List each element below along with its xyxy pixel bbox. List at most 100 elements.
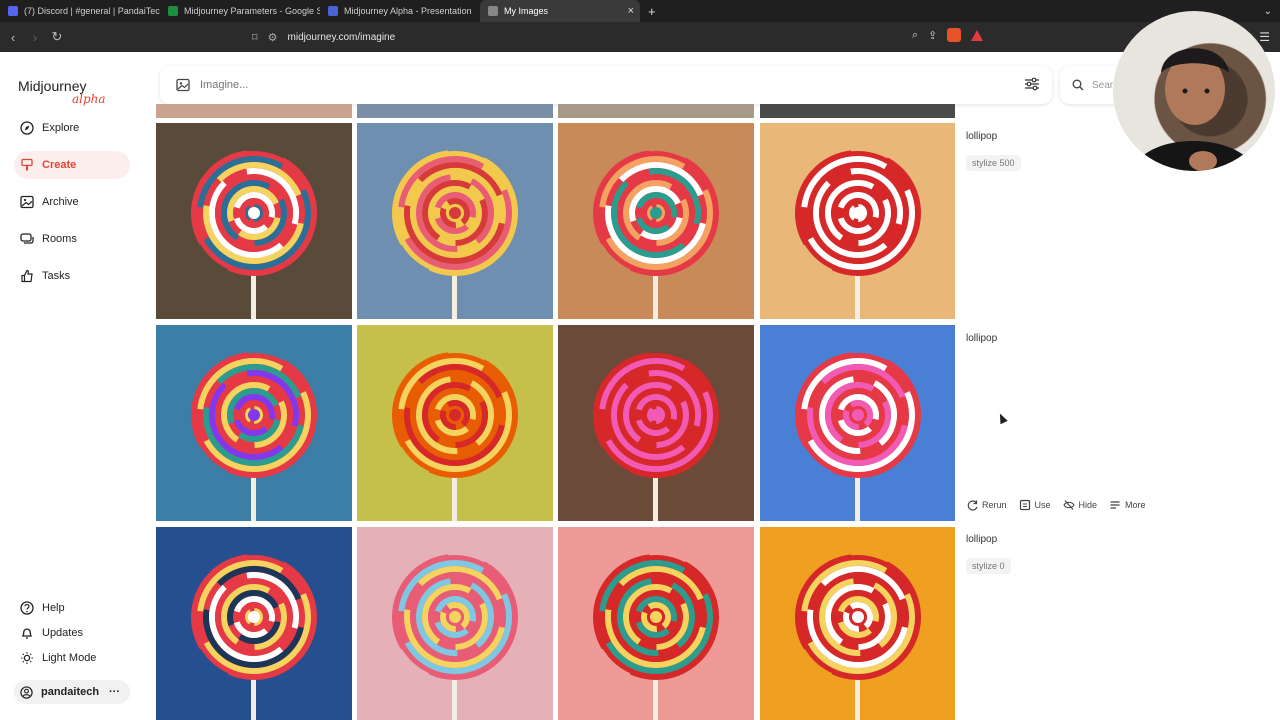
- new-tab-button[interactable]: +: [640, 4, 664, 19]
- sidebar-item-label: Create: [42, 159, 77, 171]
- generated-image[interactable]: [558, 325, 754, 521]
- back-icon[interactable]: ‹: [2, 30, 24, 45]
- prompt-text[interactable]: lollipop: [966, 534, 997, 545]
- search-icon: [1072, 79, 1084, 91]
- chat-icon: [20, 233, 34, 244]
- site-settings-icon[interactable]: ⚙: [268, 31, 278, 44]
- image-thumbnail-partial[interactable]: [760, 104, 955, 118]
- image-upload-icon[interactable]: [176, 78, 190, 92]
- forward-icon[interactable]: ›: [24, 30, 46, 45]
- zoom-icon[interactable]: ⌕: [912, 29, 918, 42]
- image-thumbnail-partial[interactable]: [156, 104, 352, 118]
- rerun-button[interactable]: Rerun: [966, 499, 1007, 511]
- lollipop-illustration: [392, 150, 518, 319]
- alpha-badge: alpha: [72, 92, 106, 106]
- bookmark-icon[interactable]: ⌑: [252, 31, 258, 44]
- presenter-webcam: [1113, 11, 1275, 171]
- reload-icon[interactable]: ↻: [46, 29, 68, 45]
- browser-tab[interactable]: (7) Discord | #general | PandaiTech: [0, 0, 160, 22]
- image-actions: Rerun Use Hide More: [966, 499, 1146, 511]
- presenter-figure: [1133, 48, 1255, 171]
- lollipop-illustration: [191, 150, 317, 319]
- sidebar-item-help[interactable]: Help: [14, 594, 130, 622]
- brave-shield-icon[interactable]: [947, 28, 962, 42]
- action-label: More: [1125, 500, 1146, 510]
- sidebar-item-updates[interactable]: Updates: [14, 619, 130, 647]
- browser-tab[interactable]: Midjourney Parameters - Google S: [160, 0, 320, 22]
- parameter-chip: stylize 0: [966, 558, 1011, 574]
- url-text[interactable]: midjourney.com/imagine: [288, 32, 396, 43]
- user-icon: [20, 685, 33, 699]
- more-button[interactable]: More: [1109, 499, 1146, 511]
- prompt-text[interactable]: lollipop: [966, 333, 997, 344]
- generated-image[interactable]: [760, 325, 955, 521]
- action-label: Use: [1034, 500, 1051, 510]
- action-label: Rerun: [982, 500, 1007, 510]
- help-icon: [20, 601, 34, 615]
- thumbs-up-icon: [21, 269, 33, 283]
- image-icon: [20, 195, 34, 209]
- sidebar: Midjourney alpha Explore Create Archive Roo…: [0, 52, 145, 720]
- generated-image[interactable]: [760, 123, 955, 319]
- hide-button[interactable]: Hide: [1062, 499, 1097, 511]
- sidebar-item-label: Updates: [42, 627, 83, 639]
- user-menu[interactable]: pandaitech ···: [14, 680, 130, 704]
- generated-image[interactable]: [558, 527, 754, 720]
- sidebar-item-archive[interactable]: Archive: [14, 188, 130, 216]
- lollipop-illustration: [593, 352, 719, 521]
- brush-icon: [21, 158, 33, 171]
- image-thumbnail-partial[interactable]: [357, 104, 553, 118]
- url-bar[interactable]: ⌑ ⚙ midjourney.com/imagine: [252, 26, 1002, 48]
- more-options-icon[interactable]: ···: [109, 686, 120, 698]
- compass-icon: [20, 121, 34, 135]
- generated-image[interactable]: [156, 325, 352, 521]
- tab-title: (7) Discord | #general | PandaiTech: [24, 6, 160, 16]
- generated-image[interactable]: [760, 527, 955, 720]
- generated-image[interactable]: [156, 123, 352, 319]
- tab-favicon-icon: [328, 6, 338, 16]
- generated-image[interactable]: [357, 123, 553, 319]
- tab-favicon-icon: [168, 6, 178, 16]
- sidebar-item-label: Light Mode: [42, 652, 97, 664]
- address-toolbar: ‹ › ↻ ⌑ ⚙ midjourney.com/imagine ⌕ ⇪ ☰: [0, 22, 1280, 52]
- sidebar-item-create[interactable]: Create: [14, 151, 130, 179]
- use-button[interactable]: Use: [1019, 499, 1051, 511]
- browser-menu-icon[interactable]: ☰: [1259, 30, 1270, 44]
- sidebar-item-rooms[interactable]: Rooms: [14, 225, 130, 253]
- sidebar-item-tasks[interactable]: Tasks: [14, 262, 130, 290]
- image-thumbnail-partial[interactable]: [558, 104, 754, 118]
- imagine-bar[interactable]: [160, 66, 1052, 104]
- share-icon[interactable]: ⇪: [928, 29, 937, 42]
- mouse-cursor: [996, 411, 1008, 425]
- tab-title: My Images: [504, 6, 549, 16]
- hide-icon: [1062, 500, 1075, 510]
- browser-tab[interactable]: Midjourney Alpha - Presentation: [320, 0, 480, 22]
- browser-tab[interactable]: My Images ×: [480, 0, 640, 22]
- sidebar-item-label: Rooms: [42, 233, 77, 245]
- lollipop-illustration: [795, 554, 921, 720]
- sidebar-item-label: Tasks: [42, 270, 71, 282]
- rerun-icon: [967, 500, 978, 511]
- tab-overflow-icon[interactable]: ⌄: [1264, 6, 1272, 17]
- generated-image[interactable]: [357, 325, 553, 521]
- sidebar-item-label: Help: [42, 602, 65, 614]
- browser-tab-bar: (7) Discord | #general | PandaiTech Midjo…: [0, 0, 1280, 22]
- lollipop-illustration: [191, 352, 317, 521]
- use-icon: [1019, 499, 1030, 511]
- brave-rewards-icon[interactable]: [971, 29, 984, 41]
- sidebar-item-light-mode[interactable]: Light Mode: [14, 644, 130, 672]
- close-tab-icon[interactable]: ×: [628, 5, 634, 17]
- prompt-text[interactable]: lollipop: [966, 131, 997, 142]
- lollipop-illustration: [392, 554, 518, 720]
- generated-image[interactable]: [558, 123, 754, 319]
- bell-icon: [21, 628, 33, 639]
- midjourney-logo[interactable]: Midjourney alpha: [18, 78, 106, 106]
- lollipop-illustration: [593, 150, 719, 319]
- settings-sliders-icon[interactable]: [1024, 77, 1040, 91]
- sidebar-item-explore[interactable]: Explore: [14, 114, 130, 142]
- generated-image[interactable]: [156, 527, 352, 720]
- tab-title: Midjourney Parameters - Google S: [184, 6, 320, 16]
- imagine-input[interactable]: [200, 79, 980, 91]
- generated-image[interactable]: [357, 527, 553, 720]
- lollipop-illustration: [795, 352, 921, 521]
